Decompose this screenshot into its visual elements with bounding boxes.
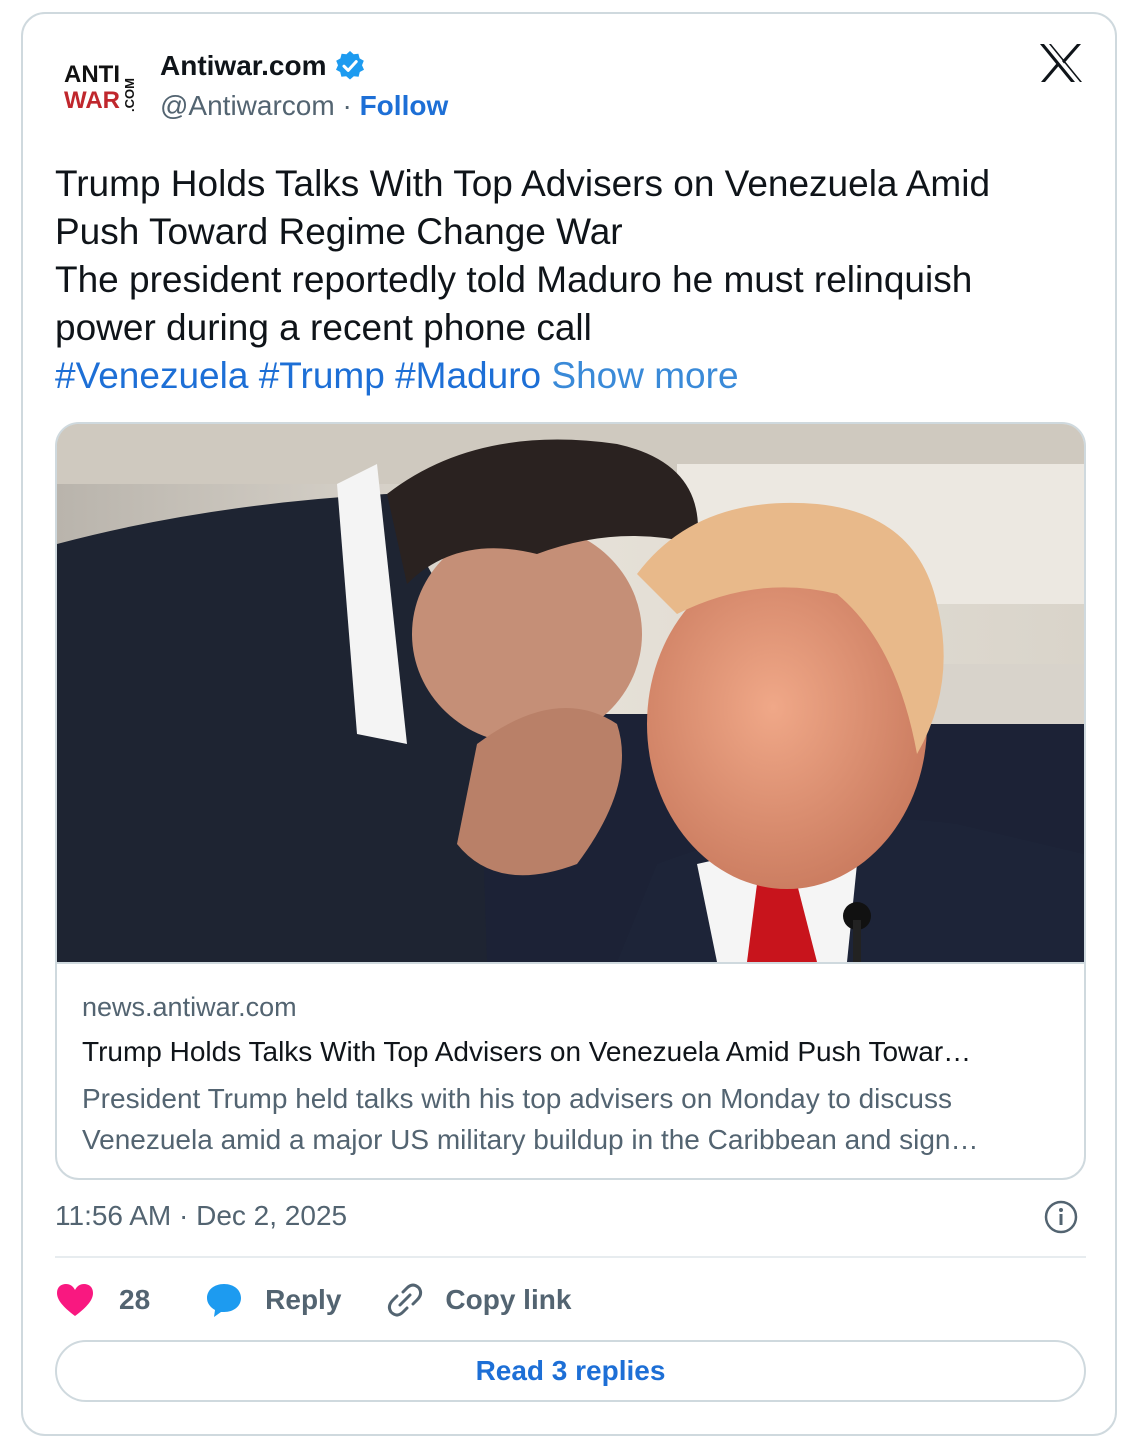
actions-divider <box>55 1256 1086 1258</box>
link-card-description: President Trump held talks with his top … <box>82 1078 1057 1160</box>
copy-link-button[interactable]: Copy link <box>387 1282 571 1318</box>
post-text-line: Push Toward Regime Change War <box>55 211 623 252</box>
link-preview-card[interactable]: news.antiwar.com Trump Holds Talks With … <box>55 422 1086 1180</box>
show-more-link[interactable]: Show more <box>551 355 738 396</box>
author-handle[interactable]: @Antiwarcom <box>160 90 335 121</box>
article-photo[interactable] <box>57 424 1084 962</box>
verified-badge-icon <box>336 51 365 80</box>
link-card-title[interactable]: Trump Holds Talks With Top Advisers on V… <box>82 1036 1057 1068</box>
logo-text-anti: ANTI <box>64 61 120 88</box>
author-name-row: Antiwar.com <box>160 46 366 86</box>
action-bar: 28 Reply Copy link <box>55 1278 571 1322</box>
hashtag-venezuela[interactable]: #Venezuela <box>55 355 248 396</box>
post-text-line: The president reportedly told Maduro he … <box>55 259 973 300</box>
info-icon[interactable] <box>1044 1200 1078 1234</box>
link-card-divider <box>57 962 1084 964</box>
link-card-domain: news.antiwar.com <box>82 992 297 1022</box>
link-icon <box>388 1283 423 1317</box>
like-button[interactable]: 28 <box>55 1282 150 1318</box>
heart-icon <box>57 1284 93 1316</box>
logo-text-com: .COM <box>122 78 137 112</box>
post-timestamp[interactable]: 11:56 AM · Dec 2, 2025 <box>55 1200 347 1232</box>
author-name[interactable]: Antiwar.com <box>160 50 326 82</box>
reply-label: Reply <box>265 1284 342 1315</box>
read-replies-button[interactable]: Read 3 replies <box>55 1340 1086 1402</box>
reply-button[interactable]: Reply <box>205 1282 341 1318</box>
x-logo-icon[interactable] <box>1038 42 1084 84</box>
post-text-line: power during a recent phone call <box>55 307 592 348</box>
post-text-line: Trump Holds Talks With Top Advisers on V… <box>55 163 991 204</box>
link-card-description-line: President Trump held talks with his top … <box>82 1083 952 1114</box>
follow-button[interactable]: Follow <box>360 90 449 121</box>
hashtag-maduro[interactable]: #Maduro <box>395 355 541 396</box>
reply-bubble-icon <box>207 1284 242 1317</box>
link-card-description-line: Venezuela amid a major US military build… <box>82 1124 979 1155</box>
logo-text-war: WAR <box>64 87 120 114</box>
handle-separator: · <box>342 90 352 121</box>
post-text: Trump Holds Talks With Top Advisers on V… <box>55 160 1075 400</box>
antiwar-logo-avatar[interactable]: ANTI WAR .COM <box>62 56 142 116</box>
like-count: 28 <box>119 1284 151 1315</box>
author-handle-row: @Antiwarcom · Follow <box>160 90 448 122</box>
hashtag-line: #Venezuela #Trump #Maduro Show more <box>55 352 1075 400</box>
hashtag-trump[interactable]: #Trump <box>259 355 385 396</box>
copy-link-label: Copy link <box>445 1284 572 1315</box>
